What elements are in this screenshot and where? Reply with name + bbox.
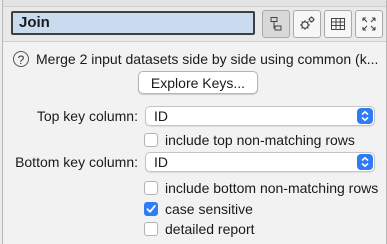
settings-button[interactable] [293, 10, 321, 38]
detailed-report-label: detailed report [165, 221, 255, 237]
chevron-updown-icon [357, 154, 373, 170]
bottom-key-select[interactable]: ID [145, 152, 375, 172]
description-text: Merge 2 input datasets side by side usin… [36, 51, 379, 67]
chevron-updown-icon [357, 108, 373, 124]
table-icon [330, 16, 346, 32]
case-sensitive-checkbox[interactable] [144, 202, 158, 217]
help-icon[interactable]: ? [13, 51, 29, 68]
include-bottom-row[interactable]: include bottom non-matching rows [144, 179, 378, 197]
node-tree-button[interactable] [262, 10, 290, 38]
node-tree-icon [268, 16, 284, 32]
expand-button[interactable] [355, 10, 383, 38]
include-top-checkbox[interactable] [144, 133, 158, 148]
detailed-report-row[interactable]: detailed report [144, 220, 255, 238]
bottom-key-label: Bottom key column: [15, 154, 138, 170]
include-top-row[interactable]: include top non-matching rows [144, 131, 355, 149]
top-key-label: Top key column: [36, 108, 138, 124]
gear-icon [298, 15, 316, 33]
node-name-field[interactable]: Join [11, 11, 255, 35]
explore-keys-button[interactable]: Explore Keys... [138, 71, 258, 94]
expand-icon [361, 16, 377, 32]
top-strip [3, 0, 386, 7]
table-view-button[interactable] [324, 10, 352, 38]
join-panel: Join ? Merge 2 input datasets side by si… [2, 0, 387, 244]
case-sensitive-row[interactable]: case sensitive [144, 200, 253, 218]
checkmark-icon [146, 205, 156, 213]
include-bottom-checkbox[interactable] [144, 181, 158, 196]
include-bottom-label: include bottom non-matching rows [165, 180, 379, 196]
case-sensitive-label: case sensitive [165, 201, 253, 217]
top-key-value: ID [154, 108, 168, 124]
detailed-report-checkbox[interactable] [144, 222, 158, 237]
description-row: ? Merge 2 input datasets side by side usi… [13, 48, 385, 70]
top-key-select[interactable]: ID [145, 106, 375, 126]
bottom-key-value: ID [154, 154, 168, 170]
title-bar: Join [3, 7, 386, 42]
include-top-label: include top non-matching rows [165, 132, 355, 148]
